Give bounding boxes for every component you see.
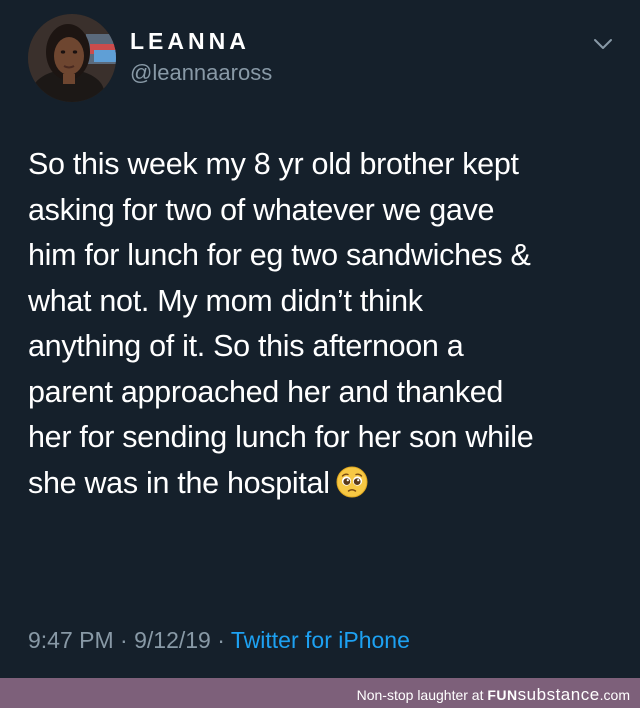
watermark: Non-stop laughter at FUNsubstance.com (357, 685, 630, 705)
tweet-text-line: So this week my 8 yr old brother kept (28, 147, 519, 181)
profile-photo-icon (28, 14, 116, 102)
tweet-text-line: asking for two of whatever we gave (28, 192, 495, 227)
tweet-text-line: she was in the hospital (28, 465, 330, 500)
tweet-text: So this week my 8 yr old brother kept as… (28, 142, 624, 506)
watermark-brand-bold: FUN (487, 687, 518, 703)
display-name[interactable]: LEANNA (130, 28, 250, 55)
watermark-bar: Non-stop laughter at FUNsubstance.com (0, 678, 640, 708)
tweet-source-link[interactable]: Twitter for iPhone (231, 627, 410, 653)
tweet-text-line: what not. My mom didn’t think (28, 283, 423, 318)
tweet-text-line: parent approached her and thanked (28, 374, 504, 409)
tweet-text-line: him for lunch for eg two sandwiches & (28, 238, 531, 272)
watermark-brand-regular: substance (517, 685, 600, 704)
tweet-text-line: her for sending lunch for her son while (28, 420, 534, 454)
pleading-face-emoji-icon (336, 466, 368, 497)
meta-separator: · (120, 627, 128, 653)
tweet-date[interactable]: 9/12/19 (134, 627, 211, 653)
tweet-meta: 9:47 PM · 9/12/19 · Twitter for iPhone (28, 627, 410, 654)
tweet-card: LEANNA @leannaaross So this week my 8 yr… (0, 0, 640, 678)
user-handle[interactable]: @leannaaross (130, 60, 272, 86)
watermark-brand-suffix: .com (599, 687, 630, 703)
tweet-text-last-line: she was in the hospital (28, 461, 624, 507)
meta-separator: · (217, 627, 225, 653)
chevron-down-icon[interactable] (592, 33, 614, 55)
tweet-text-line: anything of it. So this afternoon a (28, 329, 464, 363)
avatar[interactable] (28, 14, 116, 102)
watermark-prefix: Non-stop laughter at (356, 687, 484, 703)
tweet-time[interactable]: 9:47 PM (28, 627, 114, 653)
